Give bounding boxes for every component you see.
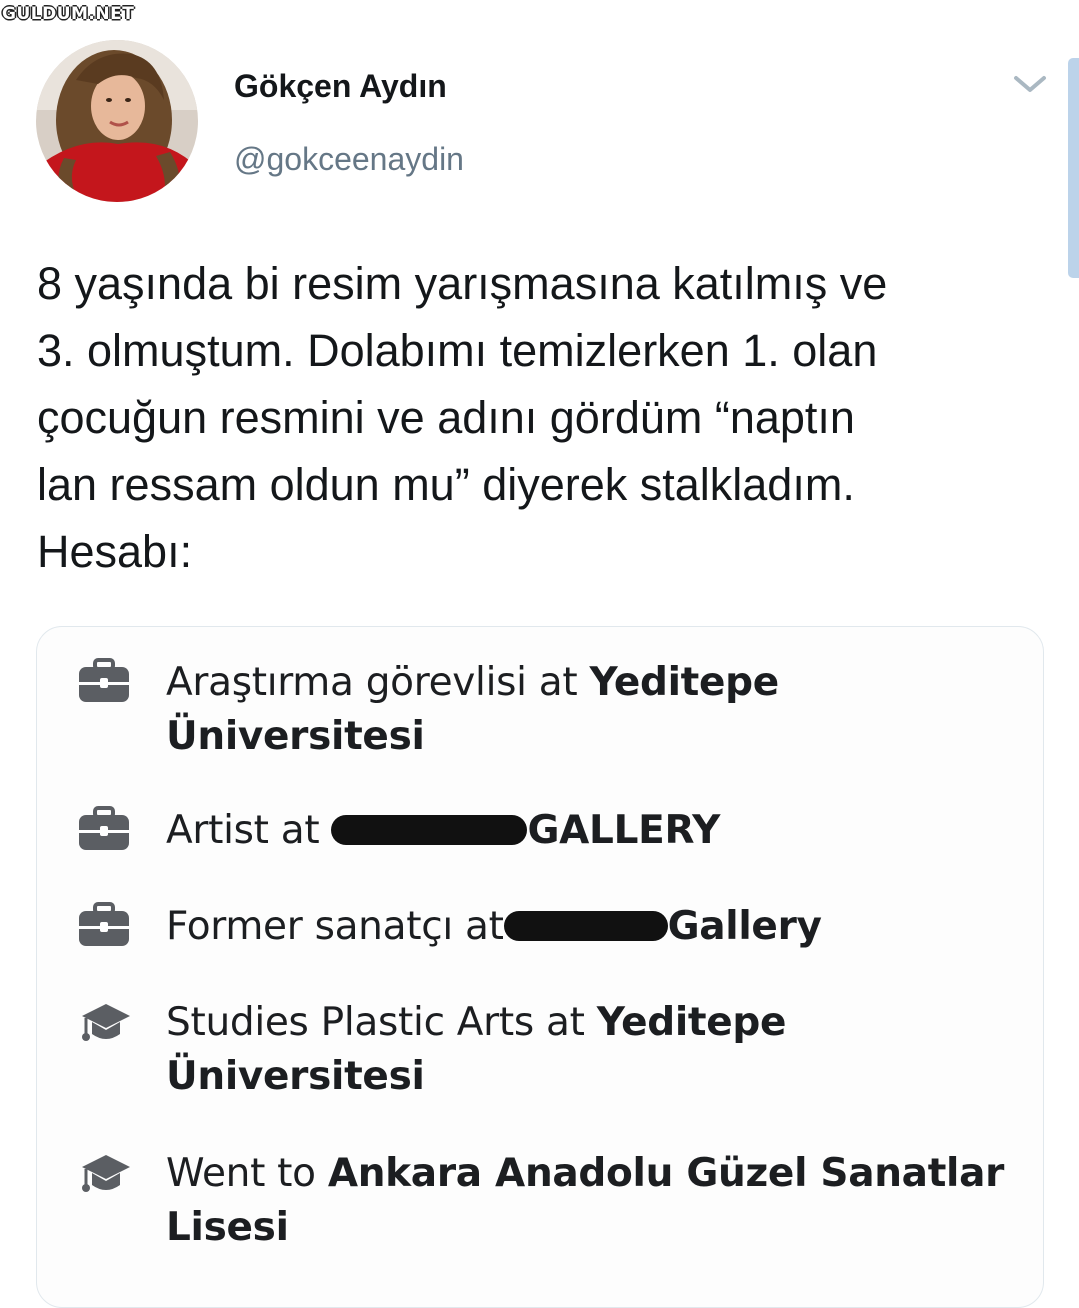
briefcase-icon	[78, 806, 130, 857]
profile-item-text: Studies Plastic Arts at Yeditepe Ünivers…	[166, 996, 1026, 1104]
profile-item-text: Former sanatçı at Gallery	[166, 900, 1026, 954]
profile-item-prefix: Went to	[166, 1151, 328, 1196]
briefcase-icon	[78, 658, 130, 709]
profile-item-text: Artist at GALLERY	[166, 804, 1026, 858]
watermark-logo: GULDUM.NET	[2, 4, 135, 24]
avatar[interactable]	[36, 40, 198, 202]
profile-item-text: Araştırma görevlisi at Yeditepe Üniversi…	[166, 656, 1026, 764]
profile-item-prefix: Artist at	[166, 808, 332, 853]
briefcase-icon	[78, 902, 130, 953]
scrollbar[interactable]	[1068, 58, 1079, 278]
author-display-name[interactable]: Gökçen Aydın	[234, 68, 447, 105]
graduation-cap-icon	[78, 1153, 130, 1204]
chevron-down-icon[interactable]	[1010, 70, 1050, 98]
profile-item-org[interactable]: GALLERY	[527, 808, 720, 853]
profile-item-text: Went to Ankara Anadolu Güzel Sanatlar Li…	[166, 1147, 1026, 1255]
redaction-bar	[331, 814, 528, 845]
profile-item-prefix: Former sanatçı at	[166, 904, 504, 949]
redaction-bar	[503, 910, 668, 941]
profile-item-prefix: Studies Plastic Arts at	[166, 1000, 597, 1045]
profile-item-org[interactable]: Gallery	[668, 904, 822, 949]
profile-item-prefix: Araştırma görevlisi at	[166, 660, 590, 705]
graduation-cap-icon	[78, 1002, 130, 1053]
tweet-text: 8 yaşında bi resim yarışmasına katılmış …	[37, 258, 888, 577]
author-handle[interactable]: @gokceenaydin	[234, 141, 464, 178]
